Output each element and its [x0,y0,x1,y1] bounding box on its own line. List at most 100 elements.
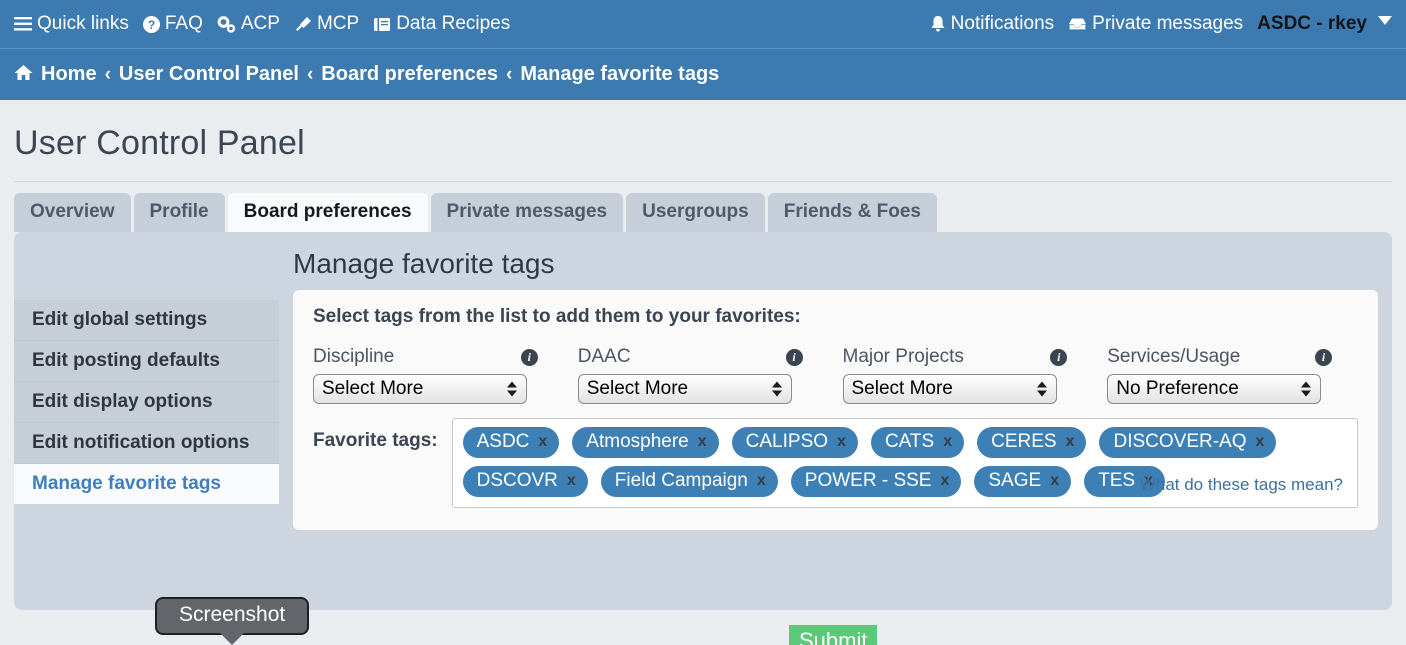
nav-item-quick-links[interactable]: Quick links [14,13,129,35]
breadcrumb-item-board-preferences[interactable]: Board preferences [321,63,498,86]
services-usage-select-value: No Preference [1116,378,1239,400]
tag-chip[interactable]: Field Campaign x [601,466,778,497]
tag-label: ASDC [477,431,530,453]
nav-label-quick-links: Quick links [37,13,129,35]
breadcrumb-separator: ‹ [307,64,313,86]
hamburger-icon [14,17,32,31]
breadcrumb-home[interactable]: Home [41,63,97,86]
tab-friends-foes[interactable]: Friends & Foes [768,193,937,232]
wrench-icon [294,16,312,33]
tag-label: POWER - SSE [805,470,932,492]
discipline-select[interactable]: Select More [313,374,527,404]
sidebar-item-manage-favorite-tags[interactable]: Manage favorite tags [14,464,279,504]
major-projects-select-value: Select More [852,378,953,400]
sidebar-item-edit-global-settings[interactable]: Edit global settings [14,300,279,341]
tag-chip[interactable]: CERES x [977,427,1086,458]
nav-label-private-messages: Private messages [1092,13,1243,35]
remove-tag-icon[interactable]: x [1256,433,1265,451]
tag-label: Atmosphere [586,431,688,453]
tag-chip[interactable]: DISCOVER-AQ x [1099,427,1276,458]
services-usage-select[interactable]: No Preference [1107,374,1321,404]
select-stepper-icon [1301,382,1311,397]
sidebar-item-edit-notification-options[interactable]: Edit notification options [14,423,279,464]
filter-major-projects-header: Major Projects i [843,346,1094,368]
tags-meaning-link[interactable]: What do these tags mean? [1140,475,1343,495]
select-stepper-icon [507,382,517,397]
panel-body: Edit global settings Edit posting defaul… [14,280,1392,530]
tag-chip[interactable]: POWER - SSE x [791,466,962,497]
remove-tag-icon[interactable]: x [943,433,952,451]
breadcrumb-separator: ‹ [105,64,111,86]
favorite-tags-box: ASDC x Atmosphere x CALIPSO x CATS [452,418,1358,508]
tag-chip[interactable]: SAGE x [974,466,1071,497]
remove-tag-icon[interactable]: x [538,433,547,451]
tab-private-messages[interactable]: Private messages [431,193,624,232]
major-projects-select[interactable]: Select More [843,374,1057,404]
nav-item-acp[interactable]: ACP [217,13,280,35]
main-panel: Manage favorite tags Edit global setting… [14,232,1392,610]
tag-label: DSCOVR [477,470,558,492]
sidebar-item-edit-posting-defaults[interactable]: Edit posting defaults [14,341,279,382]
remove-tag-icon[interactable]: x [567,472,576,490]
filter-daac: DAAC i Select More [578,346,829,404]
tag-chip[interactable]: CALIPSO x [732,427,858,458]
nav-item-private-messages[interactable]: Private messages [1068,13,1243,35]
sidebar-item-edit-display-options[interactable]: Edit display options [14,382,279,423]
nav-label-data-recipes: Data Recipes [396,13,510,35]
nav-item-notifications[interactable]: Notifications [930,13,1055,35]
breadcrumb: Home ‹ User Control Panel ‹ Board prefer… [0,48,1406,100]
remove-tag-icon[interactable]: x [1066,433,1075,451]
tag-chip[interactable]: ASDC x [463,427,560,458]
tag-label: CALIPSO [746,431,828,453]
user-menu[interactable]: ASDC - rkey [1257,13,1392,35]
breadcrumb-item-manage-favorite-tags: Manage favorite tags [520,63,719,86]
tag-label: CATS [885,431,934,453]
filter-row: Discipline i Select More DAAC i [313,346,1358,404]
nav-item-data-recipes[interactable]: Data Recipes [373,13,510,35]
tag-label: Field Campaign [615,470,748,492]
filter-discipline-label: Discipline [313,346,394,368]
favorite-tags-label: Favorite tags: [313,418,452,452]
navbar-left-group: Quick links ? FAQ ACP [14,13,930,35]
tag-chip[interactable]: DSCOVR x [463,466,588,497]
daac-select[interactable]: Select More [578,374,792,404]
breadcrumb-separator: ‹ [506,64,512,86]
nav-item-faq[interactable]: ? FAQ [143,13,203,35]
book-icon [373,17,391,32]
submit-button[interactable]: Submit [789,625,877,645]
tag-chip[interactable]: CATS x [871,427,964,458]
tag-chip[interactable]: Atmosphere x [572,427,718,458]
remove-tag-icon[interactable]: x [940,472,949,490]
tag-label: TES [1098,470,1135,492]
nav-label-notifications: Notifications [951,13,1055,35]
chevron-down-icon [1378,16,1392,25]
tab-usergroups[interactable]: Usergroups [626,193,765,232]
info-icon[interactable]: i [1315,349,1332,366]
filter-daac-label: DAAC [578,346,631,368]
tab-board-preferences[interactable]: Board preferences [228,193,428,232]
tab-overview[interactable]: Overview [14,193,131,232]
remove-tag-icon[interactable]: x [837,433,846,451]
navbar-right-group: Notifications Private messages ASDC - rk… [930,13,1392,35]
info-icon[interactable]: i [1050,349,1067,366]
filter-major-projects: Major Projects i Select More [843,346,1094,404]
username-label: ASDC - rkey [1257,13,1367,35]
screenshot-tooltip-label: Screenshot [179,603,285,626]
tab-profile[interactable]: Profile [134,193,225,232]
breadcrumb-item-user-control-panel[interactable]: User Control Panel [119,63,299,86]
favorite-tags-row: Favorite tags: ASDC x Atmosphere x CALIP… [313,418,1358,508]
tooltip-pointer [220,633,244,645]
cogs-icon [217,16,236,33]
filter-major-projects-label: Major Projects [843,346,964,368]
info-icon[interactable]: i [786,349,803,366]
tag-label: CERES [991,431,1056,453]
remove-tag-icon[interactable]: x [757,472,766,490]
filter-services-usage: Services/Usage i No Preference [1107,346,1358,404]
screenshot-tooltip: Screenshot [155,597,309,635]
remove-tag-icon[interactable]: x [1050,472,1059,490]
info-icon[interactable]: i [521,349,538,366]
top-navbar: Quick links ? FAQ ACP [0,0,1406,48]
page-title: User Control Panel [14,124,1392,163]
nav-item-mcp[interactable]: MCP [294,13,359,35]
remove-tag-icon[interactable]: x [698,433,707,451]
